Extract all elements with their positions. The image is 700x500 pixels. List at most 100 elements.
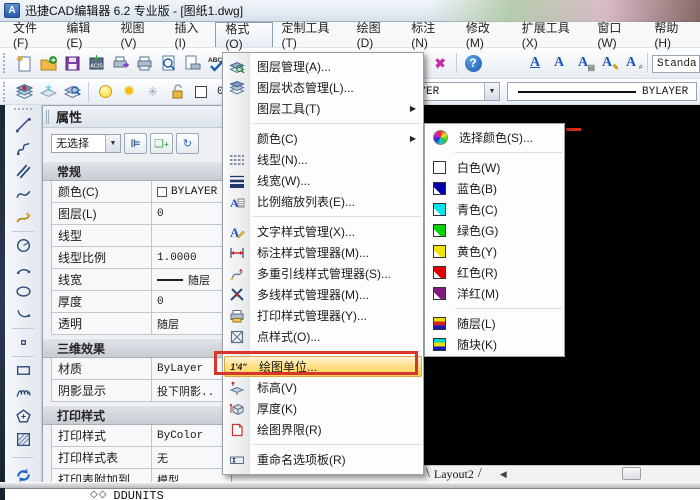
menu-express-tools[interactable]: 扩展工具(X) [513,21,589,50]
submenu-item-green[interactable]: 绿色(G) [425,220,564,241]
layer-on-off-button[interactable] [93,80,117,104]
layer-freeze-button[interactable]: ✳ [36,80,60,104]
prop-row-linetype[interactable]: 线型 [51,225,231,247]
save-button[interactable] [60,51,84,75]
arc-tool[interactable] [10,257,36,280]
hatch-tool[interactable] [10,428,36,451]
toolbar-grip[interactable] [3,81,8,102]
section-general[interactable]: 常规 [43,161,231,181]
prop-row-lineweight[interactable]: 线宽 随层 [51,269,231,291]
toolbar-grip[interactable] [14,108,32,112]
text-style-dropdown[interactable]: Standa [652,55,700,73]
prop-row-shadow[interactable]: 阴影显示 投下阴影.. [51,380,231,402]
polyline-tool[interactable] [10,137,36,160]
command-line[interactable]: ◇◇ DDUNITS [5,488,700,500]
menu-item-drawing-limits[interactable]: 绘图界限(R) [223,419,423,440]
submenu-item-cyan[interactable]: 青色(C) [425,199,564,220]
menu-window[interactable]: 窗口(W) [588,21,645,50]
menu-item-linetype[interactable]: 线型(N)... [223,149,423,170]
menu-item-drawing-units[interactable]: 1'4" 绘图单位... [224,356,422,377]
submenu-item-yellow[interactable]: 黄色(Y) [425,241,564,262]
sketch-tool[interactable] [10,206,36,229]
open-file-button[interactable] [36,51,60,75]
submenu-item-magenta[interactable]: 洋红(M) [425,283,564,304]
menu-item-thickness[interactable]: 厚度(K) [223,398,423,419]
menu-item-mline-style[interactable]: 多线样式管理器(M)... [223,284,423,305]
menu-item-dim-style[interactable]: 标注样式管理器(M)... [223,242,423,263]
layer-browse-button[interactable] [60,80,84,104]
toggle-pickadd-button[interactable]: ↻ [176,132,199,154]
menu-draw[interactable]: 绘图(D) [348,21,403,50]
text-edit-button[interactable]: A ✎ [595,51,619,75]
menu-item-rename-palette[interactable]: 重命名选项板(R) [223,449,423,470]
tab-layout2[interactable]: \ Layout2 / [422,466,486,482]
menu-item-plot-style-manager[interactable]: 打印样式管理器(Y)... [223,305,423,326]
menu-item-layer-states[interactable]: 图层状态管理(L)... [223,77,423,98]
menu-dimension[interactable]: 标注(N) [402,21,457,50]
submenu-item-select-color[interactable]: 选择颜色(S)... [425,127,564,148]
prop-row-plottable[interactable]: 打印样式表 无 [51,447,231,469]
text-button[interactable]: A [547,51,571,75]
line-tool[interactable] [10,114,36,137]
print-export-button[interactable] [108,51,132,75]
selection-dropdown[interactable]: 无选择 ▼ [51,133,121,153]
menu-item-lineweight[interactable]: 线宽(W)... [223,170,423,191]
page-setup-button[interactable] [180,51,204,75]
section-3d-effects[interactable]: 三维效果 [43,338,231,358]
prop-row-material[interactable]: 材质 ByLayer [51,358,231,380]
submenu-item-white[interactable]: 白色(W) [425,157,564,178]
purge-button[interactable]: ✖̷ [428,51,452,75]
chevron-down-icon[interactable]: ▼ [484,83,499,100]
ellipse-tool[interactable] [10,280,36,303]
section-plot-style[interactable]: 打印样式 [43,405,231,425]
layer-lock-button[interactable] [165,80,189,104]
layer-frozen-button[interactable]: ✳ [141,80,165,104]
layer-thaw-button[interactable]: ✹ [117,80,141,104]
text-find-button[interactable]: A ⌕ [619,51,643,75]
menu-help[interactable]: 帮助(H) [645,21,700,50]
help-button[interactable]: ? [461,51,485,75]
prop-row-thickness[interactable]: 厚度 0 [51,291,231,313]
print-button[interactable] [132,51,156,75]
menu-format[interactable]: 格式(O) [215,22,273,51]
menu-view[interactable]: 视图(V) [111,21,165,50]
menu-file[interactable]: 文件(F) [4,21,57,50]
text-list-style-button[interactable]: A ▤ [571,51,595,75]
layer-properties-button[interactable] [12,80,36,104]
submenu-item-red[interactable]: 红色(R) [425,262,564,283]
tab-scroll-left-icon[interactable]: ◀ [500,469,507,480]
menu-insert[interactable]: 插入(I) [165,21,215,50]
rectangle-tool[interactable] [10,359,36,382]
menu-item-color[interactable]: 颜色(C) ▶ [223,128,423,149]
horizontal-scrollbar-thumb[interactable] [622,467,641,480]
prop-row-layer[interactable]: 图层(L) 0 [51,203,231,225]
layer-color-button[interactable] [189,80,213,104]
select-objects-button[interactable]: ❏+ [150,132,173,154]
revision-cloud-tool[interactable] [10,382,36,405]
menu-item-layer-manager[interactable]: 图层管理(A)... [223,56,423,77]
menu-item-mleader-style[interactable]: 多重引线样式管理器(S)... [223,263,423,284]
spline-tool[interactable] [10,183,36,206]
quick-select-button[interactable]: ⊫ [124,132,147,154]
menu-item-text-style[interactable]: A 文字样式管理(X)... [223,221,423,242]
toolbar-grip[interactable] [3,53,8,73]
polygon-tool[interactable] [10,405,36,428]
menu-custom-tools[interactable]: 定制工具(T) [273,21,348,50]
arc-continue-tool[interactable] [10,303,36,326]
point-tool[interactable] [10,331,36,354]
circle-tool[interactable] [10,234,36,257]
menu-item-elevation[interactable]: 标高(V) [223,377,423,398]
submenu-item-bylayer[interactable]: 随层(L) [425,313,564,334]
prop-row-transparency[interactable]: 透明 随层 [51,313,231,335]
submenu-item-blue[interactable]: 蓝色(B) [425,178,564,199]
menu-item-layer-tools[interactable]: 图层工具(T) ▶ [223,98,423,119]
prop-row-ltscale[interactable]: 线型比例 1.0000 [51,247,231,269]
menu-edit[interactable]: 编辑(E) [57,21,111,50]
submenu-item-byblock[interactable]: 随块(K) [425,334,564,355]
lineweight-control[interactable]: BYLAYER [507,82,697,101]
print-preview-button[interactable] [156,51,180,75]
double-line-tool[interactable] [10,160,36,183]
chevron-down-icon[interactable]: ▼ [105,134,120,152]
panel-grip[interactable] [46,109,50,124]
acis-export-button[interactable]: ACIS [84,51,108,75]
